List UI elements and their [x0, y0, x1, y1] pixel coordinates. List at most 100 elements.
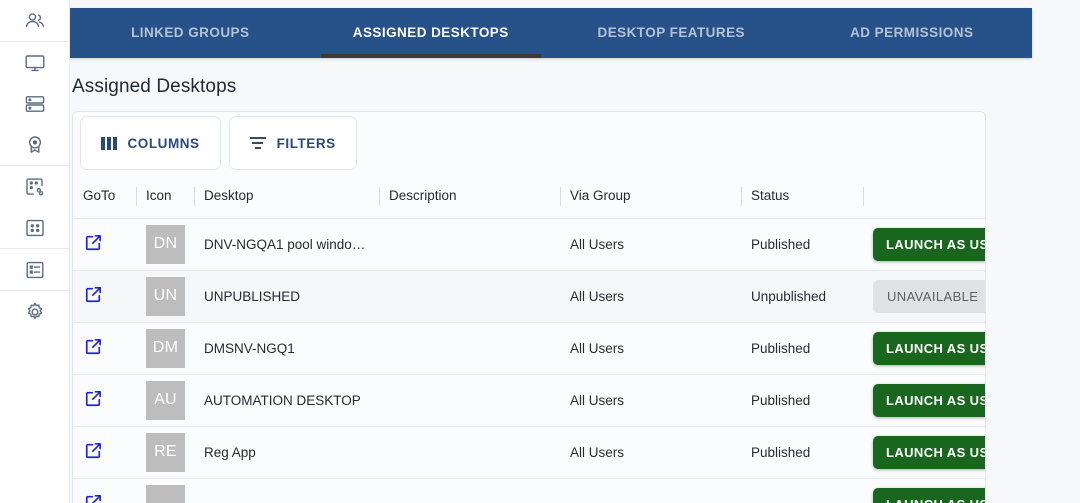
- column-header-actions[interactable]: [863, 174, 985, 219]
- cell-action: LAUNCH AS USER: [863, 478, 985, 503]
- desktop-name: Reg App: [204, 444, 256, 460]
- tab-desktop-features[interactable]: DESKTOP FEATURES: [551, 8, 792, 58]
- external-link-icon[interactable]: [83, 232, 104, 253]
- filters-button[interactable]: FILTERS: [228, 116, 357, 170]
- external-link-icon[interactable]: [83, 336, 104, 357]
- launch-as-user-button[interactable]: LAUNCH AS USER: [873, 487, 985, 503]
- table-body: DN DNV-NGQA1 pool windo… All Users Publi…: [73, 218, 985, 503]
- cell-description: [379, 426, 560, 479]
- cell-goto: [73, 218, 136, 271]
- desktop-name: UNPUBLISHED: [204, 288, 301, 304]
- tab-ad-permissions[interactable]: AD PERMISSIONS: [792, 8, 1033, 58]
- sidebar-item-linked-apps[interactable]: [0, 166, 69, 207]
- avatar: AU: [146, 380, 185, 420]
- assigned-desktops-table-card: COLUMNS FILTERS GoTo Icon Desktop Descri…: [72, 111, 986, 503]
- cell-via-group: All Users: [560, 374, 741, 427]
- tab-label: LINKED GROUPS: [131, 24, 250, 40]
- cell-desktop: [194, 478, 379, 503]
- columns-button[interactable]: COLUMNS: [80, 116, 221, 170]
- table-toolbar: COLUMNS FILTERS: [73, 112, 985, 174]
- launch-as-user-button[interactable]: LAUNCH AS USER: [873, 383, 985, 417]
- desktop-name: AUTOMATION DESKTOP: [204, 392, 361, 408]
- table-row[interactable]: RE Reg App All Users Published LAUNCH AS…: [73, 426, 985, 479]
- desktop-name: DMSNV-NGQ1: [204, 340, 295, 356]
- table-row[interactable]: UN UNPUBLISHED All Users Unpublished UNA…: [73, 270, 985, 323]
- list-icon: [23, 258, 47, 282]
- table-row[interactable]: DM DMSNV-NGQ1 All Users Published LAUNCH…: [73, 322, 985, 375]
- sidebar-item-applications[interactable]: [0, 207, 69, 248]
- cell-desktop: Reg App: [194, 426, 379, 479]
- cell-action: LAUNCH AS USER: [863, 218, 985, 271]
- sidebar-item-licenses[interactable]: [0, 124, 69, 165]
- cell-icon: UN: [136, 270, 194, 323]
- sidebar-group-3: [0, 165, 69, 248]
- cell-goto: [73, 426, 136, 479]
- sidebar-item-servers[interactable]: [0, 83, 69, 124]
- cell-description: [379, 478, 560, 503]
- sidebar-group-2: [0, 41, 69, 165]
- cell-via-group: All Users: [560, 218, 741, 271]
- cell-goto: [73, 270, 136, 323]
- column-header-icon[interactable]: Icon: [136, 174, 194, 219]
- table-header-row: GoTo Icon Desktop Description Via Group …: [73, 174, 985, 219]
- cell-via-group: All Users: [560, 426, 741, 479]
- column-header-via-group[interactable]: Via Group: [560, 174, 741, 219]
- cell-status: [741, 478, 863, 503]
- cell-status: Published: [741, 426, 863, 479]
- monitor-icon: [23, 51, 47, 75]
- cell-goto: [73, 322, 136, 375]
- filters-button-label: FILTERS: [276, 135, 336, 151]
- column-header-description[interactable]: Description: [379, 174, 560, 219]
- avatar: UN: [146, 276, 185, 316]
- external-link-icon[interactable]: [83, 492, 104, 503]
- avatar: [146, 484, 185, 503]
- app-root: LINKED GROUPS ASSIGNED DESKTOPS DESKTOP …: [0, 0, 1080, 503]
- desktop-name: DNV-NGQA1 pool windo…: [204, 236, 366, 252]
- cell-action: UNAVAILABLE: [863, 270, 985, 323]
- cell-icon: [136, 478, 194, 503]
- tab-label: DESKTOP FEATURES: [597, 24, 745, 40]
- sidebar-group-4: [0, 248, 69, 290]
- table-row[interactable]: AU AUTOMATION DESKTOP All Users Publishe…: [73, 374, 985, 427]
- tab-bar: LINKED GROUPS ASSIGNED DESKTOPS DESKTOP …: [70, 8, 1032, 58]
- cell-via-group: All Users: [560, 270, 741, 323]
- columns-button-label: COLUMNS: [127, 135, 200, 151]
- avatar: RE: [146, 432, 185, 472]
- launch-as-user-button[interactable]: LAUNCH AS USER: [873, 331, 985, 365]
- table-row[interactable]: DN DNV-NGQA1 pool windo… All Users Publi…: [73, 218, 985, 271]
- page-title: Assigned Desktops: [72, 76, 237, 97]
- external-link-icon[interactable]: [83, 284, 104, 305]
- cell-via-group: All Users: [560, 322, 741, 375]
- cell-status: Published: [741, 322, 863, 375]
- gear-icon: [23, 300, 47, 324]
- column-header-goto[interactable]: GoTo: [73, 174, 136, 219]
- cell-desktop: DNV-NGQA1 pool windo…: [194, 218, 379, 271]
- cell-action: LAUNCH AS USER: [863, 374, 985, 427]
- tab-linked-groups[interactable]: LINKED GROUPS: [70, 8, 311, 58]
- cell-desktop: AUTOMATION DESKTOP: [194, 374, 379, 427]
- cell-icon: DM: [136, 322, 194, 375]
- left-sidebar: [0, 0, 70, 503]
- external-link-icon[interactable]: [83, 388, 104, 409]
- server-icon: [23, 92, 47, 116]
- column-header-desktop[interactable]: Desktop: [194, 174, 379, 219]
- cell-via-group: [560, 478, 741, 503]
- sidebar-item-reports[interactable]: [0, 249, 69, 290]
- cell-icon: DN: [136, 218, 194, 271]
- sidebar-item-desktops[interactable]: [0, 42, 69, 83]
- assigned-desktops-table: GoTo Icon Desktop Description Via Group …: [73, 174, 985, 503]
- cell-desktop: DMSNV-NGQ1: [194, 322, 379, 375]
- table-row[interactable]: LAUNCH AS USER: [73, 478, 985, 503]
- sidebar-item-users[interactable]: [0, 0, 69, 41]
- launch-as-user-button[interactable]: LAUNCH AS USER: [873, 435, 985, 469]
- launch-as-user-button[interactable]: LAUNCH AS USER: [873, 227, 985, 261]
- column-header-status[interactable]: Status: [741, 174, 863, 219]
- cell-action: LAUNCH AS USER: [863, 426, 985, 479]
- unavailable-button: UNAVAILABLE: [873, 279, 985, 313]
- cell-status: Unpublished: [741, 270, 863, 323]
- sidebar-item-settings[interactable]: [0, 291, 69, 332]
- tab-assigned-desktops[interactable]: ASSIGNED DESKTOPS: [311, 8, 552, 58]
- cell-goto: [73, 374, 136, 427]
- external-link-icon[interactable]: [83, 440, 104, 461]
- sidebar-group-1: [0, 0, 69, 41]
